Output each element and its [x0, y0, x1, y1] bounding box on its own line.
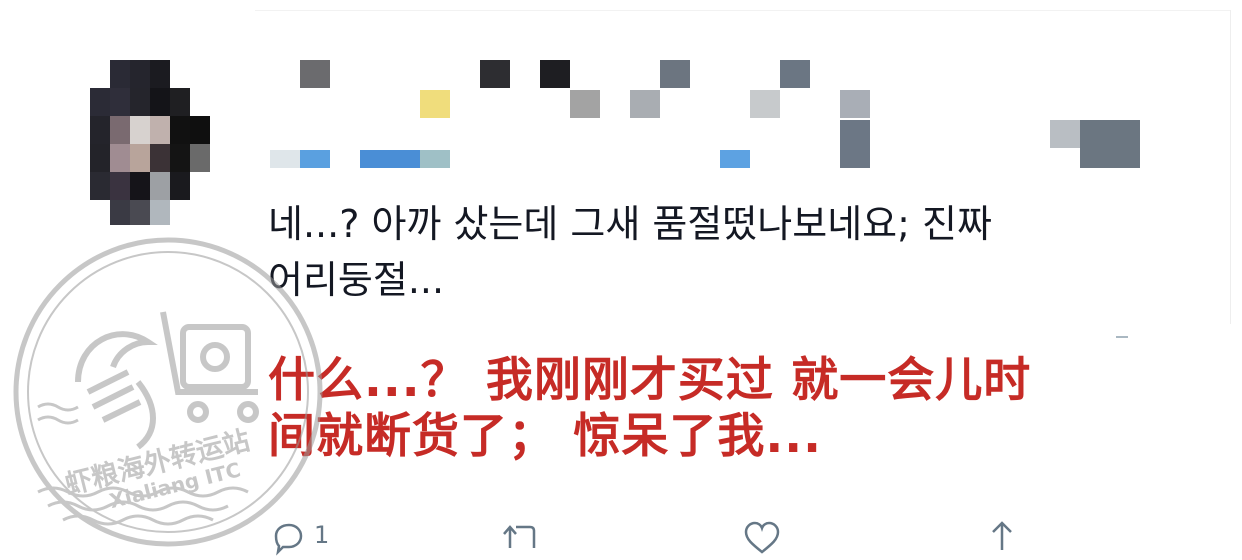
username-blurred[interactable] — [270, 60, 1150, 170]
tweet-actions: 1 — [270, 520, 1070, 556]
translation-line: 间就断货了； 惊呆了我... — [268, 409, 822, 464]
translation-line: 什么...？ 我刚刚才买过 就一会儿时 — [268, 353, 1032, 408]
reply-count: 1 — [314, 521, 330, 549]
retweet-button[interactable] — [500, 520, 544, 560]
tweet-text-line: 네...? 아까 샀는데 그새 품절떴나보네요; 진짜 — [268, 202, 992, 246]
postmark-waves — [37, 402, 249, 526]
divider — [1230, 10, 1231, 324]
retweet-icon — [503, 525, 536, 548]
tweet-text-line: 어리둥절... — [268, 258, 445, 302]
tweet-text: 네...? 아까 샀는데 그새 품절떴나보네요; 진짜 어리둥절... — [268, 196, 1168, 308]
share-icon — [992, 521, 1012, 550]
caret-icon[interactable] — [1116, 336, 1128, 338]
translation-caption: 什么...？ 我刚刚才买过 就一会儿时 间就断货了； 惊呆了我... — [268, 353, 1208, 465]
tweet-card: 네...? 아까 샀는데 그새 품절떴나보네요; 진짜 어리둥절... 什么..… — [0, 0, 1242, 556]
like-button[interactable] — [742, 520, 782, 560]
watermark-english: Xialiang ITC — [107, 457, 243, 513]
avatar[interactable] — [90, 60, 210, 225]
divider — [255, 10, 1231, 11]
heart-icon — [744, 521, 780, 554]
watermark-chinese: 虾粮海外转运站 — [62, 424, 253, 501]
reply-icon — [274, 523, 303, 556]
shrimp-icon — [75, 311, 259, 450]
reply-button[interactable]: 1 — [270, 520, 329, 560]
share-button[interactable] — [982, 520, 1022, 560]
